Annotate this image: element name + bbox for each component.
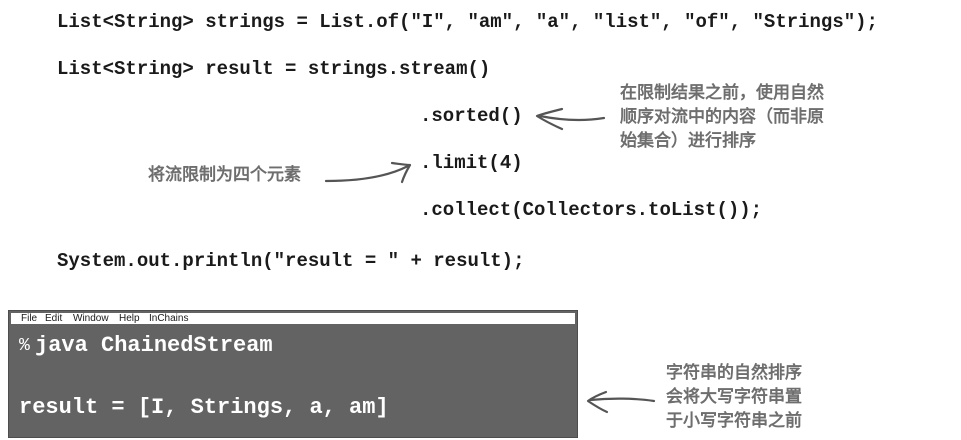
menu-window[interactable]: Window xyxy=(73,313,109,324)
terminal-window: File Edit Window Help InChains % java Ch… xyxy=(8,310,578,438)
terminal-menubar: File Edit Window Help InChains xyxy=(10,312,576,325)
menu-help[interactable]: Help xyxy=(119,313,140,324)
sorted-arrow-icon xyxy=(538,114,606,122)
menu-edit[interactable]: Edit xyxy=(45,313,62,324)
terminal-prompt-symbol: % xyxy=(19,336,30,356)
result-arrowhead-icon xyxy=(586,390,609,414)
result-arrow-icon xyxy=(588,397,656,403)
menu-inchains[interactable]: InChains xyxy=(149,313,188,324)
terminal-command: java ChainedStream xyxy=(35,333,273,358)
terminal-output: result = [I, Strings, a, am] xyxy=(19,395,389,420)
limit-arrow-icon xyxy=(324,164,410,183)
menu-file[interactable]: File xyxy=(21,313,37,324)
